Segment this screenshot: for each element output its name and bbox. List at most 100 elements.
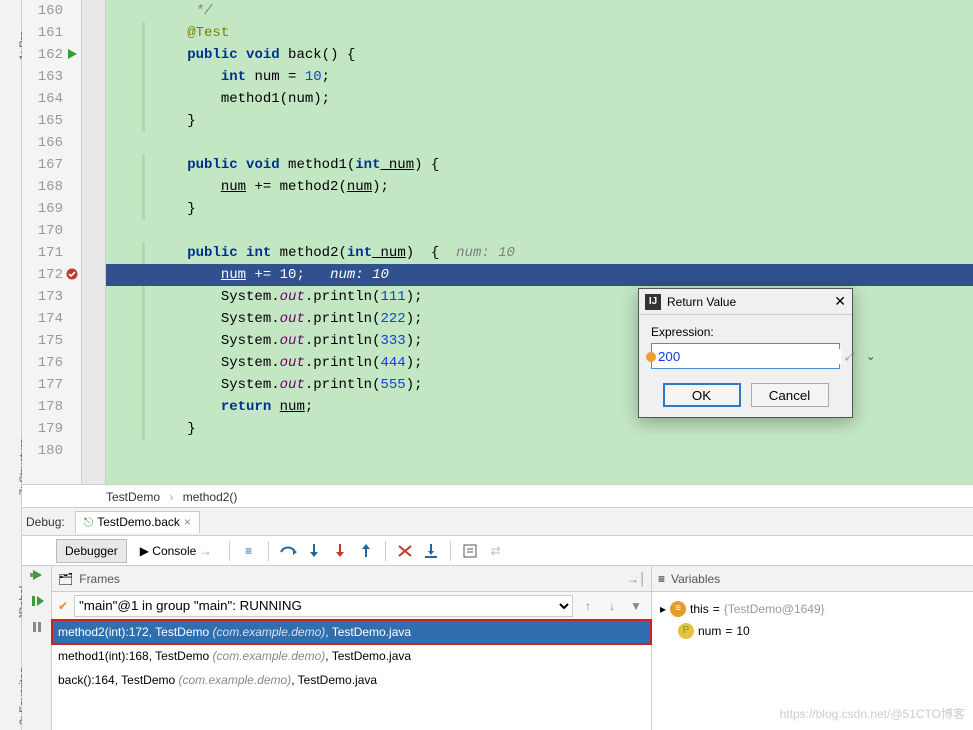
pause-button[interactable] bbox=[28, 618, 46, 636]
code-text: */ bbox=[120, 3, 212, 19]
crumb-method[interactable]: method2() bbox=[183, 490, 238, 504]
watermark: https://blog.csdn.net/@51CTO博客 bbox=[780, 705, 965, 722]
close-icon[interactable]: × bbox=[184, 515, 191, 529]
var: num bbox=[280, 399, 305, 415]
close-icon[interactable]: ✕ bbox=[834, 293, 846, 310]
code-text: } bbox=[187, 113, 195, 129]
variables-icon: ≡ bbox=[658, 572, 665, 586]
thread-selector-row: ✔ "main"@1 in group "main": RUNNING ↑ ↓ … bbox=[52, 592, 651, 620]
code-text: System. bbox=[221, 377, 280, 393]
line-num: 165 bbox=[22, 110, 81, 132]
thread-select[interactable]: "main"@1 in group "main": RUNNING bbox=[74, 595, 573, 617]
code-text: ); bbox=[406, 289, 423, 305]
execution-line: num += 10; num: 10 bbox=[106, 264, 973, 286]
line-num: 160 bbox=[22, 0, 81, 22]
trace-button[interactable]: ⇄ bbox=[485, 540, 507, 562]
line-num: 168 bbox=[22, 176, 81, 198]
variable-row[interactable]: P num = 10 bbox=[660, 620, 965, 642]
num-literal: 222 bbox=[380, 311, 405, 327]
kw: int bbox=[347, 245, 372, 261]
run-gutter-icon[interactable] bbox=[65, 47, 79, 61]
field: out bbox=[280, 355, 305, 371]
code-text: num = bbox=[246, 69, 305, 85]
param: num bbox=[372, 245, 406, 261]
show-exec-point-button[interactable]: ≡ bbox=[238, 540, 260, 562]
step-into-button[interactable] bbox=[303, 540, 325, 562]
stack-frame[interactable]: method1(int):168, TestDemo (com.example.… bbox=[52, 644, 651, 668]
modify-run-button[interactable] bbox=[28, 566, 46, 584]
stack-frame[interactable]: back():164, TestDemo (com.example.demo),… bbox=[52, 668, 651, 692]
step-out-button[interactable] bbox=[355, 540, 377, 562]
code-text: ) { bbox=[406, 245, 456, 261]
prev-frame-button[interactable]: ↑ bbox=[579, 599, 597, 613]
expression-input[interactable] bbox=[652, 349, 841, 364]
expand-icon[interactable]: ▸ bbox=[660, 598, 666, 620]
var-name: num bbox=[698, 620, 721, 642]
gutter: 160 161 162 163 164 165 166 167 168 169 … bbox=[22, 0, 82, 484]
num-literal: 555 bbox=[380, 377, 405, 393]
next-frame-button[interactable]: ↓ bbox=[603, 599, 621, 613]
line-num: 167 bbox=[22, 154, 81, 176]
variable-row[interactable]: ▸ ≡ this = {TestDemo@1649} bbox=[660, 598, 965, 620]
var-value: 10 bbox=[736, 620, 749, 642]
code-text: ); bbox=[406, 333, 423, 349]
tab-label: TestDemo.back bbox=[97, 515, 180, 529]
var-name: this bbox=[690, 598, 709, 620]
expand-editor-icon[interactable]: ⤢ bbox=[841, 349, 859, 364]
chevron-down-icon[interactable]: ⌄ bbox=[859, 349, 882, 363]
check-icon: ✔ bbox=[58, 599, 68, 613]
line-num: 178 bbox=[22, 396, 81, 418]
force-step-into-button[interactable] bbox=[329, 540, 351, 562]
code-text: .println( bbox=[305, 289, 381, 305]
debug-label: Debug: bbox=[26, 515, 65, 529]
var: num bbox=[221, 179, 246, 195]
console-subtab[interactable]: ▶ Console → bbox=[131, 539, 221, 563]
code-text: method1( bbox=[280, 157, 356, 173]
num-literal: 111 bbox=[380, 289, 405, 305]
code-text: .println( bbox=[305, 377, 381, 393]
frames-panel: 🗂 Frames →│ ✔ "main"@1 in group "main": … bbox=[52, 566, 652, 730]
crumb-class[interactable]: TestDemo bbox=[106, 490, 160, 504]
expression-label: Expression: bbox=[651, 325, 714, 339]
filter-icon[interactable]: ▼ bbox=[627, 599, 645, 613]
kw: int bbox=[221, 69, 246, 85]
code-text: } bbox=[187, 421, 195, 437]
breakpoint-icon[interactable] bbox=[65, 267, 79, 281]
code-text: ; bbox=[322, 69, 330, 85]
test-icon: ⎋ bbox=[84, 515, 94, 530]
expression-combo: ⤢ ⌄ bbox=[651, 343, 840, 369]
stack-frame[interactable]: method2(int):172, TestDemo (com.example.… bbox=[52, 620, 651, 644]
field: out bbox=[280, 377, 305, 393]
dialog-titlebar[interactable]: IJ Return Value ✕ bbox=[639, 289, 852, 315]
debug-tab-bar: Debug: ⎋ TestDemo.back × bbox=[22, 508, 973, 536]
inline-hint: num: 10 bbox=[456, 245, 515, 261]
debug-session-tab[interactable]: ⎋ TestDemo.back × bbox=[75, 511, 200, 533]
code-text: ); bbox=[406, 377, 423, 393]
line-num: 172 bbox=[22, 264, 81, 286]
restore-layout-icon[interactable]: →│ bbox=[627, 572, 645, 586]
ok-button[interactable]: OK bbox=[663, 383, 741, 407]
debugger-subtab[interactable]: Debugger bbox=[56, 539, 127, 563]
var-value: {TestDemo@1649} bbox=[724, 598, 825, 620]
kw: public bbox=[187, 47, 237, 63]
drop-frame-button[interactable] bbox=[394, 540, 416, 562]
cancel-button[interactable]: Cancel bbox=[751, 383, 829, 407]
step-over-button[interactable] bbox=[277, 540, 299, 562]
return-value-dialog: IJ Return Value ✕ Expression: ⤢ ⌄ OK Can… bbox=[638, 288, 853, 418]
breadcrumb[interactable]: TestDemo › method2() bbox=[22, 484, 973, 508]
panel-title: Frames bbox=[79, 572, 120, 586]
object-icon: ≡ bbox=[670, 601, 686, 617]
kw: void bbox=[246, 157, 280, 173]
run-to-cursor-button[interactable] bbox=[420, 540, 442, 562]
code-text: += method2( bbox=[246, 179, 347, 195]
panel-title: Variables bbox=[671, 572, 720, 586]
annotation: @Test bbox=[187, 25, 229, 41]
field: out bbox=[280, 333, 305, 349]
kw: void bbox=[246, 47, 280, 63]
evaluate-button[interactable] bbox=[459, 540, 481, 562]
code-text: ) { bbox=[414, 157, 439, 173]
resume-button[interactable] bbox=[28, 592, 46, 610]
hint-bulb-icon[interactable] bbox=[646, 352, 656, 362]
line-num: 176 bbox=[22, 352, 81, 374]
line-num: 177 bbox=[22, 374, 81, 396]
